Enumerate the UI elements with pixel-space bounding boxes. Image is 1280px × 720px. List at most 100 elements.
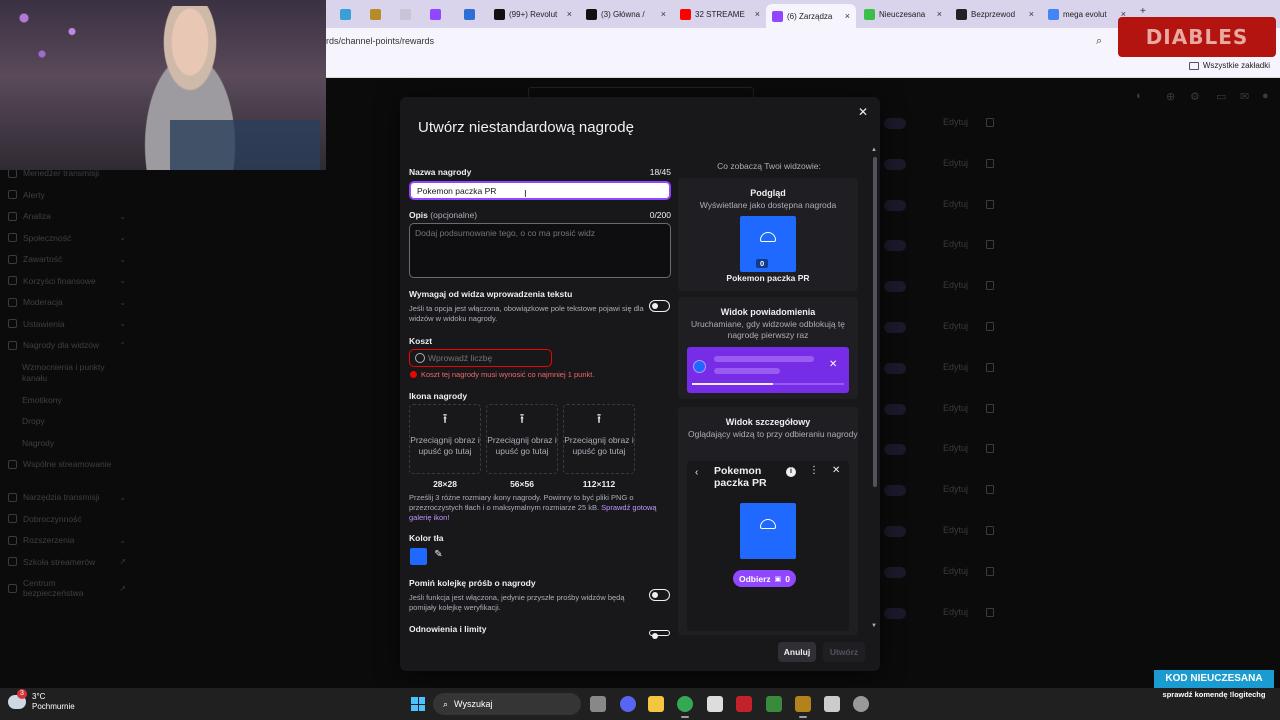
streamer-webcam-overlay [0,0,326,170]
create-button[interactable]: Utwórz [823,642,865,662]
reward-toggle [884,444,906,456]
sidebar-item[interactable]: Alerty [8,190,126,200]
text-cursor-icon: I [524,189,527,200]
chevron-icon: ↗ [119,583,126,593]
file-explorer-icon[interactable] [648,696,664,712]
browser-tab[interactable]: Bezprzewod × [950,4,1040,24]
preview-title: Podgląd [750,188,786,198]
cooldown-toggle[interactable] [649,630,670,639]
taskbar-search[interactable]: ⌕ Wyszukaj [433,693,581,715]
chevron-icon: ⌃ [119,340,126,350]
app-icon[interactable] [795,696,811,718]
eyedropper-icon[interactable]: ✎ [431,549,446,564]
settings-icon: ⚙ [1190,91,1200,103]
new-tab-icon[interactable]: + [1140,6,1146,17]
tab-close-icon[interactable]: × [845,11,850,21]
edit-reward-link: Edytuj [943,484,969,495]
app-icon[interactable] [824,696,840,712]
scroll-up-icon[interactable]: ▲ [871,147,877,153]
sidebar-item[interactable]: Moderacja ⌄ [8,297,126,307]
browser-tab[interactable] [458,4,488,24]
sidebar-item[interactable]: Centrum bezpieczeństwa ↗ [8,578,126,598]
sidebar-subitem[interactable]: Dropy [22,416,122,427]
sidebar-item[interactable]: Szkoła streamerów ↗ [8,557,126,567]
all-bookmarks-folder[interactable]: Wszystkie zakładki [1188,61,1270,70]
sidebar-item[interactable]: Dobroczynność [8,514,126,524]
sidebar-item-label: Wspólne streamowanie [23,459,112,469]
reward-default-icon [760,519,776,529]
browser-tab[interactable]: Nieuczesana × [858,4,948,24]
desk-items [170,120,320,170]
upload-28-dropzone[interactable]: ⭱ Przeciągnij obraz i upuść go tutaj [409,404,481,474]
sidebar-item[interactable]: Społeczność ⌄ [8,233,126,243]
sidebar-subitem[interactable]: Wzmocnienia i punkty kanału [22,362,122,384]
reward-cost-badge: 0 [756,259,769,268]
sidebar-item-icon [8,492,17,502]
browser-tab-active[interactable]: (6) Zarządza × [766,4,856,28]
upload-icon: ⭱ [442,411,448,426]
sidebar-item-icon [8,211,17,221]
cancel-button[interactable]: Anuluj [778,642,816,662]
bg-color-swatch[interactable] [410,548,427,565]
sidebar-item[interactable]: Korzyści finansowe ⌄ [8,276,126,286]
upload-112-dropzone[interactable]: ⭱ Przeciągnij obraz i upuść go tutaj [563,404,635,474]
tab-close-icon[interactable]: × [755,9,760,19]
upload-56-dropzone[interactable]: ⭱ Przeciągnij obraz i upuść go tutaj [486,404,558,474]
discord-icon[interactable] [620,696,636,712]
sidebar-item[interactable]: Nagrody dla widzów ⌃ [8,340,126,350]
skip-queue-help: Jeśli funkcja jest włączona, jedynie prz… [409,593,625,612]
tab-close-icon[interactable]: × [661,9,666,19]
browser-tab[interactable] [364,4,390,24]
modal-scrollbar-thumb[interactable] [873,157,877,487]
close-icon[interactable]: ✕ [858,105,868,119]
obs-icon[interactable] [853,696,869,712]
tab-close-icon[interactable]: × [1029,9,1034,19]
browser-tab[interactable]: (99+) Revolut × [488,4,578,24]
skip-queue-label: Pomiń kolejkę próśb o nagrody [409,578,536,588]
trash-icon [986,566,994,576]
browser-tab[interactable] [424,4,454,24]
edit-reward-link: Edytuj [943,117,969,127]
reward-toggle [884,526,906,537]
sidebar-item[interactable]: Analiza ⌄ [8,211,126,221]
chrome-icon[interactable] [677,696,693,718]
notification-preview: ✕ [687,347,849,393]
alerts-icon: ✉ [1240,91,1250,103]
icon-help-text: Prześlij 3 różne rozmiary ikony nagrody.… [409,493,634,512]
tab-close-icon[interactable]: × [567,9,572,19]
require-text-toggle[interactable] [649,300,670,312]
sidebar-subitem[interactable]: Nagrody [22,438,122,449]
tab-close-icon[interactable]: × [937,9,942,19]
detail-subtitle: Oglądający widzą to przy odbieraniu nagr… [688,429,858,439]
zoom-icon[interactable]: ⌕ [1096,35,1102,48]
sidebar-subitem[interactable]: Emotikony [22,395,122,406]
weather-widget[interactable]: 3°CPochmurnie [8,689,75,712]
require-text-label: Wymagaj od widza wprowadzenia tekstu [409,289,573,299]
sidebar-item-icon [8,535,17,545]
sidebar-item[interactable]: Rozszerzenia ⌄ [8,535,126,545]
cost-input[interactable] [409,349,552,367]
notifications-icon: ◐ [1136,90,1143,102]
skip-queue-toggle[interactable] [649,589,670,601]
app-icon[interactable] [707,696,723,712]
sidebar-item[interactable]: Narzędzia transmisji ⌄ [8,492,126,502]
description-input[interactable] [409,223,671,278]
browser-tab[interactable] [334,4,360,24]
sidebar-item[interactable]: Zawartość ⌄ [8,254,126,264]
browser-tab[interactable]: 32 STREAME × [674,4,766,24]
start-button-icon[interactable] [411,697,425,711]
sidebar-item[interactable]: Ustawienia ⌄ [8,319,126,329]
scroll-down-icon[interactable]: ▼ [871,623,877,629]
app-icon[interactable] [736,696,752,712]
browser-tab[interactable]: (3) Główna / × [580,4,672,24]
sidebar-item-icon [8,514,17,523]
browser-tab[interactable] [394,4,420,24]
task-view-icon[interactable] [590,696,606,712]
app-icon[interactable] [766,696,782,712]
whisper-icon: ⊕ [1166,91,1176,103]
reward-toggle [884,566,906,578]
tab-label: (3) Główna / [601,9,645,19]
sidebar-item[interactable]: Wspólne streamowanie [8,459,126,469]
reward-name-input[interactable] [409,181,671,200]
url-text[interactable]: rds/channel-points/rewards [326,36,434,46]
